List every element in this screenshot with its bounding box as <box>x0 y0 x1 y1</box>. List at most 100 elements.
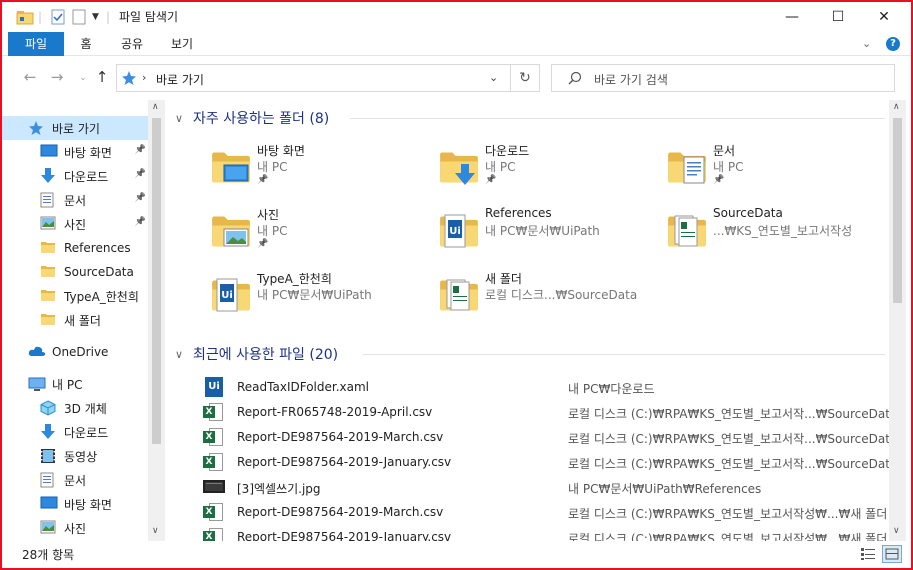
list-item[interactable]: X Report-DE987564-2019-January.csv 로컬 디스크 … <box>203 450 889 475</box>
content-scroll-thumb[interactable] <box>893 118 902 303</box>
maximize-button[interactable]: ☐ <box>815 2 861 32</box>
frequent-folder-tile[interactable]: 사진 내 PC 📌 <box>211 206 436 262</box>
sidebar-pc-item-2[interactable]: 다운로드 <box>2 420 148 444</box>
pin-icon[interactable]: 📌 <box>135 193 146 203</box>
pin-icon[interactable]: 📌 <box>257 239 268 249</box>
window-title: 파일 탐색기 <box>119 10 179 24</box>
collapse-chevron-icon: ∨ <box>175 111 184 125</box>
sidebar-item-1[interactable]: 바탕 화면 📌 <box>2 140 148 164</box>
frequent-folder-tile[interactable]: SourceData ...₩KS_연도별_보고서작성 <box>667 206 889 262</box>
customize-toolbar-chevron-icon[interactable]: ▼ <box>92 8 99 26</box>
group-divider <box>363 354 885 355</box>
sidebar-pc-item-6[interactable]: 사진 <box>2 516 148 540</box>
frequent-folder-tile[interactable]: 바탕 화면 내 PC 📌 <box>211 142 436 198</box>
pin-icon[interactable]: 📌 <box>135 169 146 179</box>
new-file-icon[interactable] <box>72 8 86 26</box>
scroll-down-icon[interactable]: ∨ <box>893 526 900 536</box>
details-view-icon[interactable] <box>860 547 876 564</box>
frequent-folder-tile[interactable]: 다운로드 내 PC 📌 <box>439 142 664 198</box>
sidebar-item-2[interactable]: 다운로드 📌 <box>2 164 148 188</box>
pin-icon[interactable]: 📌 <box>135 217 146 227</box>
list-item[interactable]: X Report-DE987564-2019-January.csv 로컬 디스크 … <box>203 525 887 541</box>
scroll-up-icon[interactable]: ∧ <box>152 102 159 112</box>
frequent-folders-header[interactable]: ∨ 자주 사용하는 폴더 (8) <box>175 108 329 128</box>
tab-home[interactable]: 홈 <box>68 32 104 56</box>
frequent-folder-tile[interactable]: Ui References 내 PC₩문서₩UiPath <box>439 206 664 262</box>
pin-icon[interactable]: 📌 <box>713 175 724 185</box>
scroll-down-icon[interactable]: ∨ <box>152 526 159 536</box>
quick-access-star-icon <box>28 120 46 136</box>
sidebar-item-label: TypeA_한천희 <box>64 289 139 304</box>
frequent-folder-tile[interactable]: 문서 내 PC 📌 <box>667 142 889 198</box>
frequent-folder-tile[interactable]: 새 폴더 로컬 디스크...₩SourceData <box>439 270 664 326</box>
large-icons-view-button[interactable] <box>882 545 902 563</box>
list-item[interactable]: [3]엑셀쓰기.jpg 내 PC₩문서₩UiPath₩References <box>203 475 883 500</box>
collapse-chevron-icon: ∨ <box>175 347 184 361</box>
folder-location: 로컬 디스크...₩SourceData <box>485 288 638 302</box>
frequent-folder-tile[interactable]: Ui TypeA_한천희 내 PC₩문서₩UiPath <box>211 270 436 326</box>
download-icon <box>40 168 58 184</box>
uipath-file-icon: Ui <box>203 377 223 397</box>
list-item[interactable]: X Report-DE987564-2019-March.csv 로컬 디스크 (C… <box>203 425 889 450</box>
folder-location: 내 PC <box>713 160 744 174</box>
group-title: 자주 사용하는 폴더 (8) <box>193 111 330 127</box>
file-name: [3]엑셀쓰기.jpg <box>237 482 321 496</box>
address-dropdown-chevron-icon[interactable]: ⌄ <box>489 71 498 84</box>
list-item[interactable]: X Report-DE987564-2019-March.csv 로컬 디스크 (C… <box>203 500 887 525</box>
sidebar-item-label: 사진 <box>64 521 87 536</box>
toolbar-divider: | <box>38 10 43 24</box>
back-arrow-icon[interactable]: ← <box>19 66 41 88</box>
file-name: Report-DE987564-2019-January.csv <box>237 530 452 541</box>
properties-icon[interactable] <box>50 8 66 26</box>
navigation-pane: 바로 가기 바탕 화면 📌 다운로드 📌 문서 📌 사진 📌 References SourceD… <box>2 100 167 541</box>
list-item[interactable]: X Report-FR065748-2019-April.csv 로컬 디스크 (C… <box>203 400 889 425</box>
tab-file[interactable]: 파일 <box>8 32 64 56</box>
nav-label: OneDrive <box>52 345 109 359</box>
sidebar-item-8[interactable]: 새 폴더 <box>2 308 148 332</box>
sidebar-item-7[interactable]: TypeA_한천희 <box>2 284 148 308</box>
close-button[interactable]: ✕ <box>861 2 907 32</box>
search-input[interactable]: 바로 가기 검색 <box>551 64 895 92</box>
tab-view[interactable]: 보기 <box>160 32 204 56</box>
pin-icon[interactable]: 📌 <box>135 145 146 155</box>
nav-scrollbar[interactable]: ∧ ∨ <box>148 100 165 541</box>
sidebar-item-label: 문서 <box>64 193 87 208</box>
search-icon <box>568 71 582 88</box>
expand-ribbon-chevron-icon[interactable]: ⌄ <box>862 37 871 50</box>
sidebar-item-label: 다운로드 <box>64 425 109 440</box>
sidebar-pc-item-3[interactable]: 동영상 <box>2 444 148 468</box>
up-arrow-icon[interactable]: ↑ <box>91 66 113 88</box>
excel-file-icon: X <box>203 427 223 447</box>
tab-share[interactable]: 공유 <box>110 32 154 56</box>
nav-scroll-thumb[interactable] <box>152 118 161 444</box>
recent-files-header[interactable]: ∨ 최근에 사용한 파일 (20) <box>175 344 338 364</box>
breadcrumb[interactable]: 바로 가기 <box>156 71 204 88</box>
sidebar-pc-item-4[interactable]: 문서 <box>2 468 148 492</box>
folder-icon <box>439 270 481 316</box>
sidebar-pc-item-5[interactable]: 바탕 화면 <box>2 492 148 516</box>
minimize-button[interactable]: — <box>769 2 815 32</box>
sidebar-item-5[interactable]: References <box>2 236 148 260</box>
quick-access-folder-icon[interactable] <box>16 8 34 26</box>
folder-icon <box>40 288 58 304</box>
refresh-button[interactable]: ↻ <box>511 64 540 92</box>
list-item[interactable]: Ui ReadTaxIDFolder.xaml 내 PC₩다운로드 <box>203 375 883 400</box>
nav-this-pc[interactable]: 내 PC <box>2 372 148 396</box>
nav-quick-access[interactable]: 바로 가기 <box>2 116 148 140</box>
sidebar-item-4[interactable]: 사진 📌 <box>2 212 148 236</box>
desktop-icon <box>40 496 58 512</box>
sidebar-item-6[interactable]: SourceData <box>2 260 148 284</box>
address-bar[interactable]: › 바로 가기 ⌄ <box>116 64 511 92</box>
content-scrollbar[interactable]: ∧ ∨ <box>889 100 906 541</box>
folder-icon <box>40 312 58 328</box>
help-icon[interactable]: ? <box>886 37 900 51</box>
sidebar-pc-item-1[interactable]: 3D 개체 <box>2 396 148 420</box>
nav-onedrive[interactable]: OneDrive <box>2 340 148 364</box>
file-path: 내 PC₩다운로드 <box>568 382 655 396</box>
pin-icon[interactable]: 📌 <box>257 175 268 185</box>
forward-arrow-icon[interactable]: → <box>46 66 68 88</box>
scroll-up-icon[interactable]: ∧ <box>893 102 900 112</box>
file-name: ReadTaxIDFolder.xaml <box>237 380 370 394</box>
pin-icon[interactable]: 📌 <box>485 175 496 185</box>
sidebar-item-3[interactable]: 문서 📌 <box>2 188 148 212</box>
